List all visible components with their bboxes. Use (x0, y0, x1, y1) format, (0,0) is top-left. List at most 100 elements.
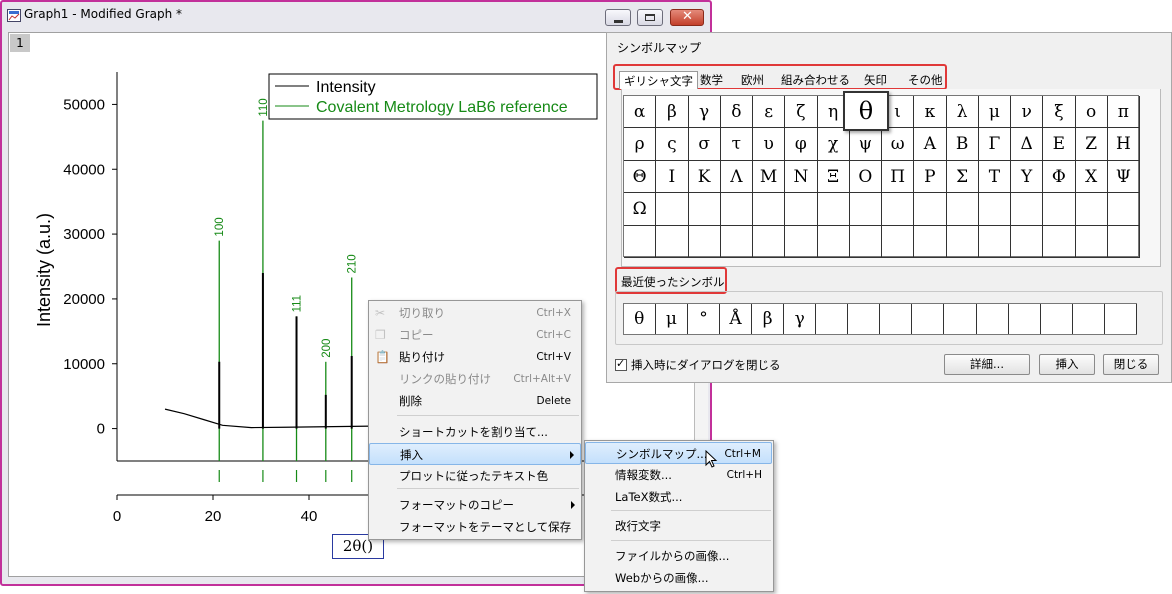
symbol-cell[interactable] (1107, 193, 1140, 226)
symbol-cell[interactable] (624, 225, 657, 258)
symbol-cell[interactable]: β (656, 96, 689, 129)
symbol-cell[interactable]: λ (946, 96, 979, 129)
recent-symbol-cell[interactable]: ° (688, 304, 720, 334)
symbol-cell[interactable]: υ (753, 128, 786, 161)
symbol-cell[interactable]: Π (882, 160, 915, 194)
symbol-cell[interactable] (720, 225, 753, 258)
symbol-cell[interactable]: κ (914, 96, 947, 129)
symbol-cell[interactable]: ρ (624, 128, 657, 161)
context-menu-item[interactable]: 挿入 (369, 443, 581, 465)
symbol-cell[interactable]: ψ (849, 128, 882, 161)
symbol-cell[interactable] (946, 193, 979, 226)
symbol-cell[interactable] (656, 193, 689, 226)
recent-symbol-cell[interactable]: θ (624, 304, 656, 334)
recent-symbol-cell[interactable] (945, 304, 977, 334)
recent-symbol-cell[interactable] (881, 304, 913, 334)
tab-2[interactable]: 欧州 (737, 71, 768, 89)
symbol-cell[interactable]: Ψ (1107, 160, 1140, 194)
tab-3[interactable]: 組み合わせる (777, 71, 854, 89)
symbol-cell[interactable]: γ (688, 96, 721, 129)
symbol-cell[interactable] (753, 193, 786, 226)
symbol-cell[interactable] (817, 225, 850, 258)
symbol-cell[interactable]: Σ (946, 160, 979, 194)
symbol-cell[interactable] (882, 193, 915, 226)
selected-symbol-preview[interactable]: θ (843, 91, 889, 131)
symbol-cell[interactable] (785, 193, 818, 226)
recent-symbol-cell[interactable]: μ (656, 304, 688, 334)
symbol-cell[interactable]: μ (978, 96, 1011, 129)
insert-submenu-item[interactable]: シンボルマップ... Ctrl+M (585, 442, 772, 464)
symbol-cell[interactable]: π (1107, 96, 1140, 129)
tab-4[interactable]: 矢印 (860, 71, 891, 89)
symbol-cell[interactable]: ζ (785, 96, 818, 129)
recent-symbol-cell[interactable] (1073, 304, 1105, 334)
symbol-cell[interactable]: Ν (785, 160, 818, 194)
symbol-cell[interactable]: δ (720, 96, 753, 129)
symbol-cell[interactable]: χ (817, 128, 850, 161)
symbol-cell[interactable]: α (624, 96, 657, 129)
insert-submenu-item[interactable]: Webからの画像... (585, 567, 772, 589)
symbol-cell[interactable] (1043, 225, 1076, 258)
symbol-cell[interactable] (656, 225, 689, 258)
symbol-cell[interactable]: ν (1011, 96, 1044, 129)
symbol-cell[interactable]: Μ (753, 160, 786, 194)
recent-symbol-cell[interactable] (849, 304, 881, 334)
insert-button[interactable]: 挿入 (1039, 354, 1095, 375)
recent-symbol-cell[interactable]: γ (785, 304, 816, 334)
symbol-cell[interactable] (849, 193, 882, 226)
symbol-cell[interactable] (978, 193, 1011, 226)
symbol-cell[interactable]: Υ (1011, 160, 1044, 194)
symbol-cell[interactable] (914, 193, 947, 226)
symbol-cell[interactable] (882, 225, 915, 258)
symbol-cell[interactable] (753, 225, 786, 258)
insert-submenu-item[interactable]: ファイルからの画像... (585, 545, 772, 567)
symbol-cell[interactable]: ς (656, 128, 689, 161)
symbol-cell[interactable] (978, 225, 1011, 258)
symbol-cell[interactable]: Χ (1075, 160, 1108, 194)
symbol-cell[interactable]: Ρ (914, 160, 947, 194)
symbol-cell[interactable]: Κ (688, 160, 721, 194)
recent-symbol-cell[interactable] (977, 304, 1009, 334)
symbol-cell[interactable] (849, 225, 882, 258)
recent-symbol-cell[interactable]: β (752, 304, 784, 334)
symbol-cell[interactable]: ω (882, 128, 915, 161)
symbol-cell[interactable] (1011, 225, 1044, 258)
symbol-cell[interactable] (720, 193, 753, 226)
symbol-cell[interactable]: Ω (624, 193, 657, 226)
context-menu-item[interactable]: ショートカットを割り当て... (369, 421, 581, 443)
symbol-cell[interactable]: ο (1075, 96, 1108, 129)
symbol-cell[interactable]: Τ (978, 160, 1011, 194)
symbol-cell[interactable] (914, 225, 947, 258)
symbol-cell[interactable]: Α (914, 128, 947, 161)
insert-submenu-item[interactable]: 改行文字 (585, 515, 772, 537)
tab-0[interactable]: ギリシャ文字 (619, 71, 698, 89)
symbol-cell[interactable] (688, 193, 721, 226)
symbol-cell[interactable] (1075, 225, 1108, 258)
tab-1[interactable]: 数学 (696, 71, 727, 89)
symbol-cell[interactable] (946, 225, 979, 258)
symbol-cell[interactable]: Γ (978, 128, 1011, 161)
recent-symbol-cell[interactable] (913, 304, 945, 334)
symbol-cell[interactable]: τ (720, 128, 753, 161)
symbol-cell[interactable] (817, 193, 850, 226)
symbol-cell[interactable]: Η (1107, 128, 1140, 161)
symbol-cell[interactable] (1075, 193, 1108, 226)
recent-symbol-cell[interactable] (817, 304, 849, 334)
context-menu-item[interactable]: プロットに従ったテキスト色 (369, 465, 581, 487)
symbol-cell[interactable] (785, 225, 818, 258)
context-menu-item[interactable]: リンクの貼り付け Ctrl+Alt+V (369, 368, 581, 390)
symbol-cell[interactable] (688, 225, 721, 258)
recent-symbol-cell[interactable]: Å (720, 304, 752, 334)
context-menu-item[interactable]: フォーマットのコピー (369, 494, 581, 516)
context-menu-item[interactable]: 貼り付け Ctrl+V 📋 (369, 346, 581, 368)
close-button[interactable]: 閉じる (1103, 354, 1159, 375)
symbol-cell[interactable]: Ι (656, 160, 689, 194)
symbol-cell[interactable]: φ (785, 128, 818, 161)
symbol-cell[interactable]: Ο (849, 160, 882, 194)
recent-symbol-cell[interactable] (1041, 304, 1073, 334)
symbol-cell[interactable]: Ξ (817, 160, 850, 194)
symbol-cell[interactable]: ε (753, 96, 786, 129)
symbol-cell[interactable]: ξ (1043, 96, 1076, 129)
context-menu-item[interactable]: コピー Ctrl+C ❐ (369, 324, 581, 346)
symbol-cell[interactable]: Δ (1011, 128, 1044, 161)
